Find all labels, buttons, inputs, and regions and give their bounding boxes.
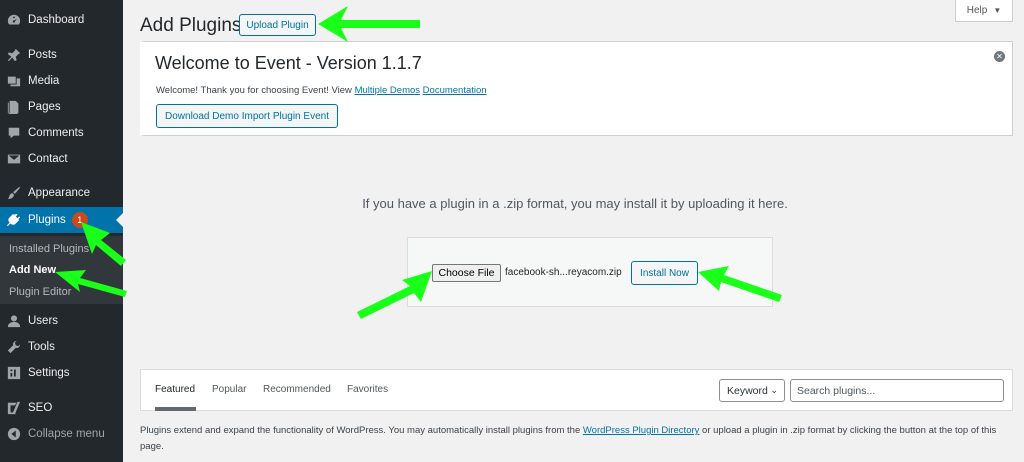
submenu-item-installed-plugins[interactable]: Installed Plugins <box>9 243 89 255</box>
upload-instruction: If you have a plugin in a .zip format, y… <box>362 196 788 211</box>
upload-plugin-button[interactable]: Upload Plugin <box>239 14 316 36</box>
sidebar-item-label: Plugins <box>28 214 66 226</box>
plugins-description: Plugins extend and expand the functional… <box>140 423 1010 455</box>
tab-featured[interactable]: Featured <box>155 384 195 395</box>
help-tab[interactable]: Help ▼ <box>955 0 1013 22</box>
settings-icon <box>7 366 21 380</box>
notice-message: Welcome! Thank you for choosing Event! V… <box>156 85 352 96</box>
sidebar-item-label: Users <box>28 315 59 327</box>
dismiss-icon[interactable]: ✕ <box>994 51 1005 62</box>
sidebar-item-media[interactable]: Media <box>0 68 123 94</box>
page-title: Add Plugins <box>140 15 242 36</box>
description-text-before: Plugins extend and expand the functional… <box>140 425 581 436</box>
arrow-to-upload-button <box>318 6 420 42</box>
dashboard-icon <box>7 13 21 27</box>
tab-recommended[interactable]: Recommended <box>263 384 331 395</box>
sidebar-item-label: Settings <box>28 367 70 379</box>
sidebar-item-label: Pages <box>28 101 61 113</box>
sidebar-item-contact[interactable]: Contact <box>0 146 123 172</box>
sidebar-item-label: Posts <box>28 49 57 61</box>
install-now-button[interactable]: Install Now <box>631 261 698 285</box>
sidebar-item-comments[interactable]: Comments <box>0 120 123 146</box>
submenu-item-plugin-editor[interactable]: Plugin Editor <box>9 286 71 298</box>
caret-down-icon: ▼ <box>993 6 1002 15</box>
update-count-badge: 1 <box>71 212 88 228</box>
tab-popular[interactable]: Popular <box>212 384 246 395</box>
notice-title: Welcome to Event - Version 1.1.7 <box>155 53 422 73</box>
sidebar-item-pages[interactable]: Pages <box>0 94 123 120</box>
tab-favorites[interactable]: Favorites <box>347 384 388 395</box>
search-type-value: Keyword <box>727 384 768 397</box>
plugin-filter-bar: Featured Popular Recommended Favorites K… <box>140 369 1013 411</box>
sidebar-item-label: SEO <box>28 402 53 414</box>
plugins-submenu: Installed Plugins Add New Plugin Editor <box>0 236 123 304</box>
sidebar-item-label: Media <box>28 75 60 87</box>
current-tab-indicator <box>155 407 196 411</box>
pages-icon <box>7 100 21 114</box>
multiple-demos-link[interactable]: Multiple Demos <box>355 85 420 96</box>
notice-text: Welcome! Thank you for choosing Event! V… <box>156 85 487 96</box>
seo-icon <box>7 401 21 415</box>
plugin-directory-link[interactable]: WordPress Plugin Directory <box>583 425 700 436</box>
download-demo-import-button[interactable]: Download Demo Import Plugin Event <box>156 104 338 128</box>
user-icon <box>7 314 21 328</box>
search-type-select[interactable]: Keyword ⌄ <box>719 379 785 402</box>
documentation-link[interactable]: Documentation <box>423 85 487 96</box>
upload-form: Choose File facebook-sh...reyacom.zip In… <box>407 237 773 307</box>
collapse-icon <box>7 427 21 441</box>
sidebar-item-tools[interactable]: Tools <box>0 334 123 360</box>
sidebar-item-label: Tools <box>28 341 55 353</box>
sidebar-item-dashboard[interactable]: Dashboard <box>0 7 123 33</box>
sidebar-item-users[interactable]: Users <box>0 308 123 334</box>
media-icon <box>7 74 21 88</box>
sidebar-item-settings[interactable]: Settings <box>0 360 123 386</box>
plugin-icon <box>7 213 21 227</box>
sidebar-item-seo[interactable]: SEO <box>0 395 123 421</box>
sidebar-item-label: Dashboard <box>28 14 85 26</box>
choose-file-button[interactable]: Choose File <box>432 264 501 282</box>
mail-icon <box>7 152 21 166</box>
sidebar-item-label: Collapse menu <box>28 428 105 440</box>
submenu-item-add-new[interactable]: Add New <box>9 264 56 276</box>
wrench-icon <box>7 340 21 354</box>
selected-file-name: facebook-sh...reyacom.zip <box>505 267 622 278</box>
chevron-down-icon: ⌄ <box>770 385 778 395</box>
search-plugins-input[interactable] <box>790 379 1004 402</box>
sidebar-item-label: Contact <box>28 153 68 165</box>
help-tab-label: Help <box>966 5 988 16</box>
admin-sidebar: Dashboard Posts Media Pages Comments Con… <box>0 0 123 462</box>
pin-icon <box>7 48 21 62</box>
sidebar-item-collapse-menu[interactable]: Collapse menu <box>0 421 123 447</box>
comment-icon <box>7 126 21 140</box>
sidebar-item-label: Comments <box>28 127 84 139</box>
welcome-notice: Welcome to Event - Version 1.1.7 Welcome… <box>140 41 1013 136</box>
sidebar-item-posts[interactable]: Posts <box>0 42 123 68</box>
